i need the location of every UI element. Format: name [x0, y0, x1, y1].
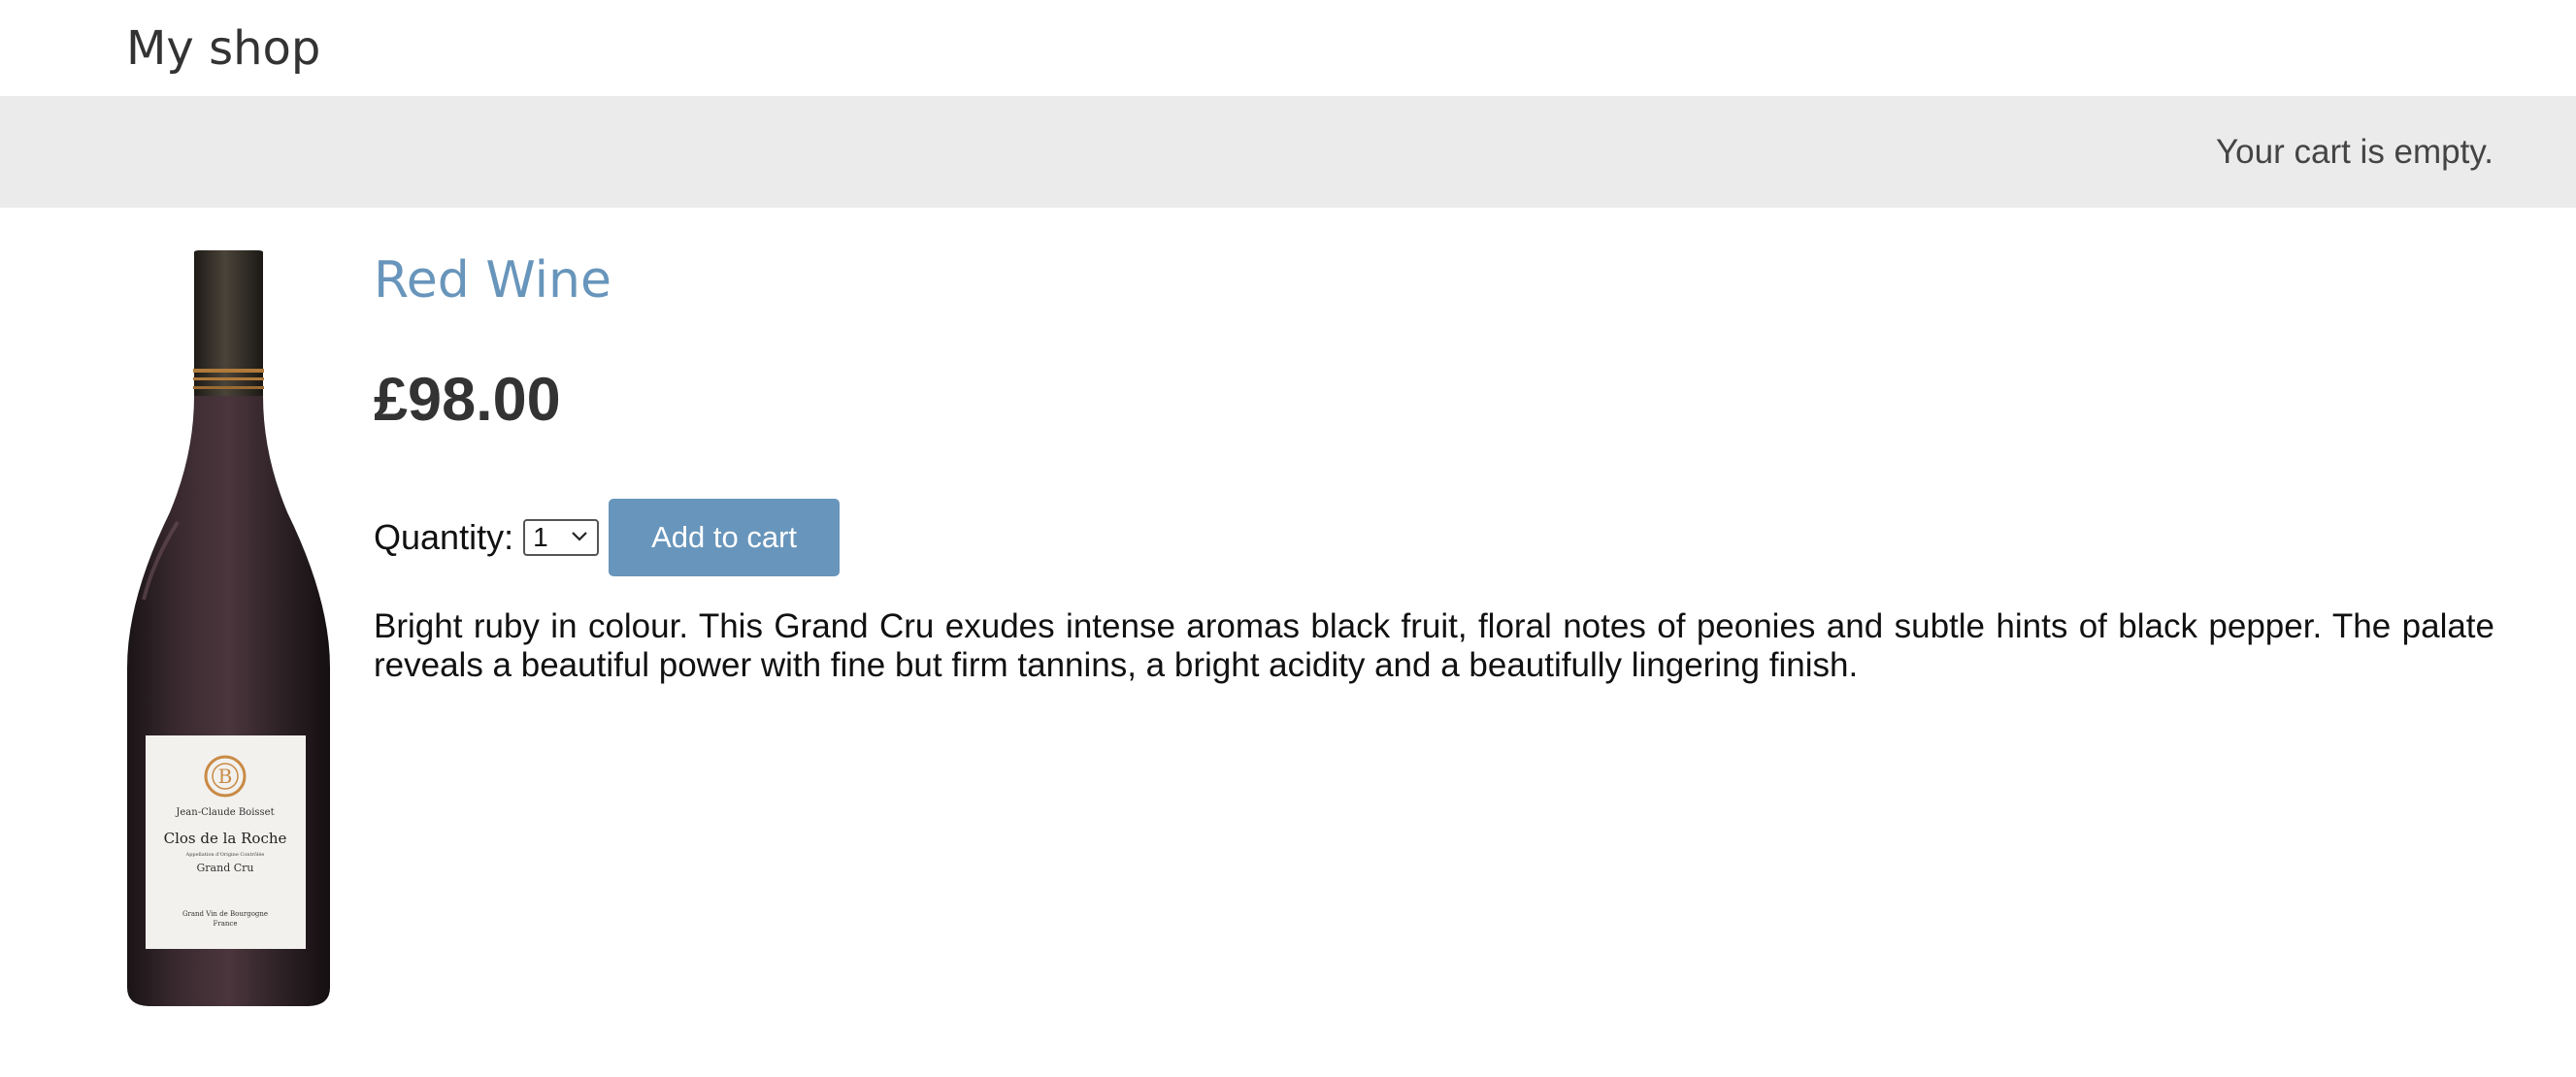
svg-text:B: B	[218, 765, 233, 788]
site-header: My shop	[0, 0, 2576, 96]
product-name: Red Wine	[374, 251, 611, 310]
label-producer: Jean-Claude Boisset	[175, 807, 274, 818]
label-appellation: Appellation d'Origine Contrôlée	[185, 851, 265, 858]
quantity-label: Quantity:	[374, 517, 514, 557]
cart-status: Your cart is empty.	[2216, 133, 2493, 171]
quantity-value: 1	[533, 522, 548, 552]
label-cru: Grand Cru	[197, 862, 254, 874]
product-image: B Jean-Claude Boisset Clos de la Roche A…	[124, 250, 333, 1007]
add-to-cart-form: Quantity: 1 Add to cart	[374, 499, 841, 576]
product-price: £98.00	[374, 366, 561, 434]
label-region: Grand Vin de Bourgogne	[182, 910, 268, 918]
label-country: France	[214, 920, 238, 928]
shop-title[interactable]: My shop	[126, 14, 320, 83]
wine-bottle-image: B Jean-Claude Boisset Clos de la Roche A…	[127, 250, 330, 1006]
chevron-down-icon	[572, 532, 587, 541]
cart-bar: Your cart is empty.	[0, 96, 2576, 208]
label-wine: Clos de la Roche	[164, 830, 287, 847]
product-section: B Jean-Claude Boisset Clos de la Roche A…	[0, 208, 2576, 1077]
add-to-cart-button[interactable]: Add to cart	[609, 499, 841, 576]
product-description: Bright ruby in colour. This Grand Cru ex…	[374, 607, 2494, 684]
quantity-select[interactable]: 1	[523, 519, 600, 556]
